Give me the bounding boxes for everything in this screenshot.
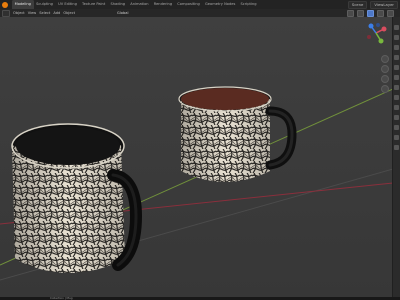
mug-front[interactable] bbox=[11, 123, 143, 273]
tab-uv-editing[interactable]: UV Editing bbox=[56, 0, 80, 9]
viewport-left-tools: Object View Select Add Object bbox=[2, 9, 75, 17]
viewport-navigation-buttons bbox=[381, 55, 389, 93]
tab-texture-paint[interactable]: Texture Paint bbox=[79, 0, 107, 9]
render-icon[interactable] bbox=[394, 35, 399, 40]
transform-controls: Global bbox=[117, 9, 128, 17]
viewport-scene bbox=[0, 17, 393, 298]
scene-icon[interactable] bbox=[394, 65, 399, 70]
object-mode-label[interactable]: Object bbox=[13, 11, 25, 15]
object-icon[interactable] bbox=[394, 85, 399, 90]
editor-type-button[interactable] bbox=[2, 9, 10, 17]
navigation-gizmo[interactable] bbox=[364, 21, 389, 46]
particles-icon[interactable] bbox=[394, 105, 399, 110]
blender-logo-icon[interactable] bbox=[2, 1, 8, 8]
tab-compositing[interactable]: Compositing bbox=[175, 0, 203, 9]
tool-icon[interactable] bbox=[394, 25, 399, 30]
zoom-icon[interactable] bbox=[381, 55, 389, 63]
output-icon[interactable] bbox=[394, 45, 399, 50]
select-menu[interactable]: Select bbox=[39, 11, 50, 15]
physics-icon[interactable] bbox=[394, 115, 399, 120]
viewport-header: Object View Select Add Object Global bbox=[0, 9, 400, 17]
constraint-icon[interactable] bbox=[394, 125, 399, 130]
scene-selector[interactable]: Scene bbox=[347, 0, 368, 9]
add-menu[interactable]: Add bbox=[53, 11, 60, 15]
render-shading-icon[interactable] bbox=[387, 9, 394, 17]
tab-geometry-nodes[interactable]: Geometry Nodes bbox=[202, 0, 238, 9]
camera-icon[interactable] bbox=[381, 75, 389, 83]
view-menu[interactable]: View bbox=[28, 11, 37, 15]
3d-viewport[interactable] bbox=[0, 17, 393, 298]
tab-shading[interactable]: Shading bbox=[108, 0, 128, 9]
workspace-tabs: Modeling Sculpting UV Editing Texture Pa… bbox=[12, 0, 259, 9]
world-icon[interactable] bbox=[394, 75, 399, 80]
view-layer-selector[interactable]: ViewLayer bbox=[370, 0, 398, 9]
view-layer-icon[interactable] bbox=[394, 55, 399, 60]
modifier-icon[interactable] bbox=[394, 95, 399, 100]
tab-modeling[interactable]: Modeling bbox=[12, 0, 34, 9]
material-icon[interactable] bbox=[394, 145, 399, 150]
properties-rail bbox=[392, 17, 400, 298]
scene-controls: Scene ViewLayer bbox=[347, 0, 398, 9]
overlay-icon[interactable] bbox=[347, 9, 354, 17]
material-shading-icon[interactable] bbox=[377, 9, 384, 17]
orientation-dropdown[interactable]: Global bbox=[117, 11, 128, 15]
axis-gizmo-icon bbox=[367, 23, 387, 44]
tab-animation[interactable]: Animation bbox=[128, 0, 152, 9]
tab-rendering[interactable]: Rendering bbox=[151, 0, 175, 9]
object-menu[interactable]: Object bbox=[63, 11, 75, 15]
hand-icon[interactable] bbox=[381, 65, 389, 73]
solid-shading-icon[interactable] bbox=[367, 9, 374, 17]
shading-controls bbox=[347, 9, 394, 17]
grid-icon[interactable] bbox=[381, 85, 389, 93]
tab-sculpting[interactable]: Sculpting bbox=[34, 0, 56, 9]
data-icon[interactable] bbox=[394, 135, 399, 140]
tab-scripting[interactable]: Scripting bbox=[238, 0, 259, 9]
gizmo-icon[interactable] bbox=[357, 9, 364, 17]
